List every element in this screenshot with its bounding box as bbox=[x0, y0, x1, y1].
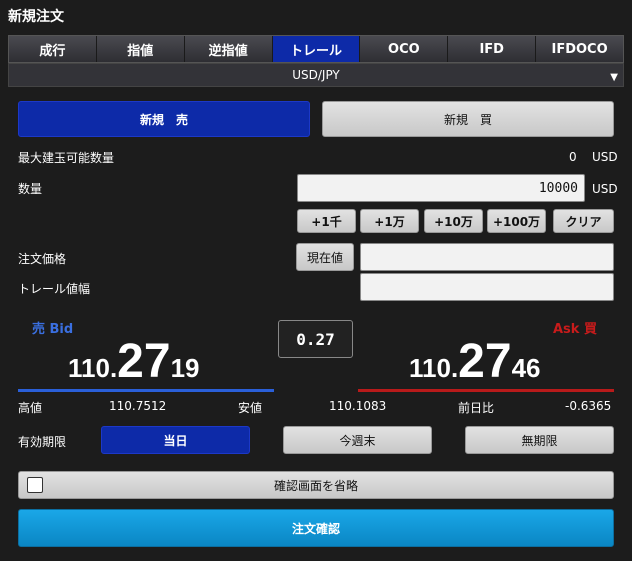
bid-underline bbox=[18, 389, 274, 392]
expiry-today-button[interactable]: 当日 bbox=[101, 426, 250, 454]
add-100k-button[interactable]: +10万 bbox=[424, 209, 483, 233]
order-type-tabs: 成行 指値 逆指値 トレール OCO IFD IFDOCO bbox=[8, 35, 624, 63]
ask-price-big: 27 bbox=[458, 335, 512, 388]
qty-unit: USD bbox=[592, 182, 618, 196]
tab-trail[interactable]: トレール bbox=[272, 36, 361, 62]
currency-pair-select[interactable]: USD/JPY ▼ bbox=[8, 63, 624, 87]
low-value: 110.1083 bbox=[329, 399, 387, 413]
current-price-button[interactable]: 現在値 bbox=[296, 243, 354, 271]
high-value: 110.7512 bbox=[109, 399, 167, 413]
add-10k-button[interactable]: +1万 bbox=[360, 209, 419, 233]
skip-confirm-toggle[interactable]: 確認画面を省略 bbox=[18, 471, 614, 499]
bid-price[interactable]: 110. 27 19 bbox=[68, 334, 199, 389]
spread-box: 0.27 bbox=[278, 320, 353, 358]
expiry-weekend-button[interactable]: 今週末 bbox=[283, 426, 432, 454]
order-confirm-button[interactable]: 注文確認 bbox=[18, 509, 614, 547]
max-qty-value: 0 bbox=[569, 150, 577, 164]
tab-oco[interactable]: OCO bbox=[360, 36, 449, 62]
ask-price[interactable]: 110. 27 46 bbox=[409, 334, 540, 389]
max-qty-label: 最大建玉可能数量 bbox=[18, 151, 115, 165]
low-label: 安値 bbox=[238, 401, 263, 415]
skip-confirm-checkbox[interactable] bbox=[27, 477, 43, 493]
high-label: 高値 bbox=[18, 401, 43, 415]
clear-button[interactable]: クリア bbox=[553, 209, 614, 233]
ask-price-prefix: 110. bbox=[409, 353, 459, 383]
expiry-label: 有効期限 bbox=[18, 435, 67, 449]
order-price-input[interactable] bbox=[360, 243, 614, 271]
bid-price-suffix: 19 bbox=[170, 353, 200, 383]
bid-price-prefix: 110. bbox=[68, 353, 118, 383]
qty-label: 数量 bbox=[18, 182, 43, 196]
ask-price-suffix: 46 bbox=[511, 353, 541, 383]
tab-limit[interactable]: 指値 bbox=[97, 36, 185, 62]
tab-stop[interactable]: 逆指値 bbox=[185, 36, 273, 62]
sell-button[interactable]: 新規 売 bbox=[18, 101, 310, 137]
tab-ifdoco[interactable]: IFDOCO bbox=[536, 36, 623, 62]
tab-ifd[interactable]: IFD bbox=[448, 36, 537, 62]
add-1m-button[interactable]: +100万 bbox=[487, 209, 546, 233]
change-label: 前日比 bbox=[458, 401, 495, 415]
currency-pair-label: USD/JPY bbox=[292, 68, 340, 82]
change-value: -0.6365 bbox=[565, 399, 612, 413]
tab-market[interactable]: 成行 bbox=[9, 36, 97, 62]
trail-width-input[interactable] bbox=[360, 273, 614, 301]
max-qty-unit: USD bbox=[592, 150, 618, 164]
skip-confirm-label: 確認画面を省略 bbox=[273, 478, 358, 493]
add-1k-button[interactable]: +1千 bbox=[297, 209, 356, 233]
ask-label: Ask 買 bbox=[553, 322, 597, 337]
page-title: 新規注文 bbox=[8, 9, 64, 25]
order-price-label: 注文価格 bbox=[18, 252, 67, 266]
buy-button[interactable]: 新規 買 bbox=[322, 101, 614, 137]
bid-price-big: 27 bbox=[117, 335, 171, 388]
chevron-down-icon: ▼ bbox=[610, 72, 618, 83]
ask-underline bbox=[358, 389, 614, 392]
qty-input[interactable]: 10000 bbox=[297, 174, 585, 202]
trail-width-label: トレール値幅 bbox=[18, 282, 91, 296]
expiry-unlimited-button[interactable]: 無期限 bbox=[465, 426, 614, 454]
